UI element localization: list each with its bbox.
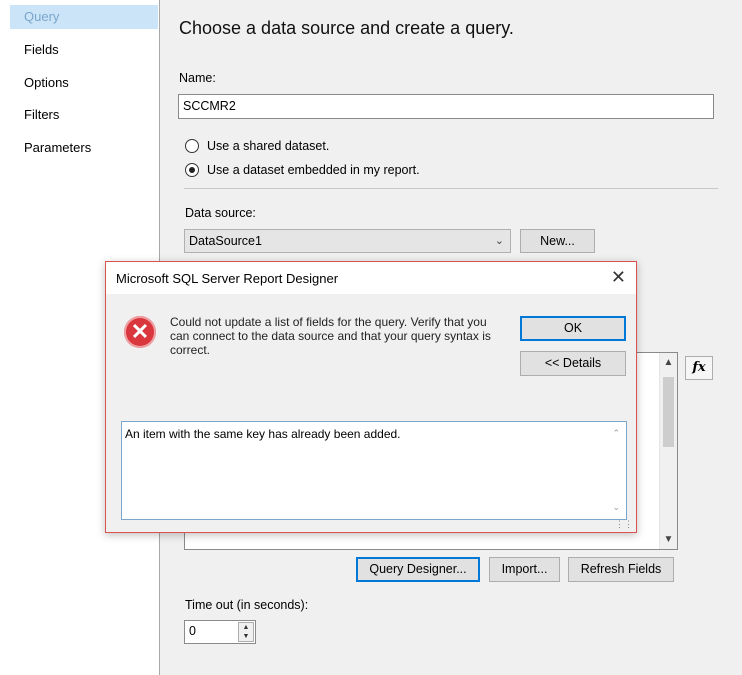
dialog-title: Microsoft SQL Server Report Designer bbox=[116, 271, 339, 286]
details-button[interactable]: << Details bbox=[520, 351, 626, 376]
import-button[interactable]: Import... bbox=[489, 557, 560, 582]
sidebar-item-options[interactable]: Options bbox=[10, 71, 158, 95]
fx-icon[interactable]: fx bbox=[685, 356, 713, 380]
stepper-up-icon[interactable]: ▲ bbox=[239, 623, 253, 632]
dialog-message: Could not update a list of fields for th… bbox=[170, 315, 491, 357]
scroll-down-icon[interactable]: ▼ bbox=[660, 534, 677, 545]
data-source-dropdown[interactable]: DataSource1 ⌄ bbox=[184, 229, 511, 253]
ok-button[interactable]: OK bbox=[520, 316, 626, 341]
sidebar-item-query[interactable]: Query bbox=[10, 5, 158, 29]
refresh-fields-button[interactable]: Refresh Fields bbox=[568, 557, 674, 582]
timeout-label: Time out (in seconds): bbox=[185, 598, 309, 612]
shared-dataset-radio[interactable] bbox=[185, 139, 199, 153]
close-icon[interactable]: ✕ bbox=[611, 267, 626, 288]
embedded-dataset-radio[interactable] bbox=[185, 163, 199, 177]
shared-dataset-label[interactable]: Use a shared dataset. bbox=[207, 139, 329, 153]
name-label: Name: bbox=[179, 71, 216, 85]
sidebar-item-parameters[interactable]: Parameters bbox=[10, 136, 158, 160]
divider bbox=[184, 188, 718, 189]
dialog-titlebar: Microsoft SQL Server Report Designer ✕ bbox=[106, 262, 636, 294]
new-data-source-button[interactable]: New... bbox=[520, 229, 595, 253]
embedded-dataset-label[interactable]: Use a dataset embedded in my report. bbox=[207, 163, 420, 177]
error-icon: ✕ bbox=[124, 316, 156, 348]
scroll-down-icon[interactable]: ⌄ bbox=[612, 502, 620, 513]
resize-grip-icon[interactable]: ⋮⋮ bbox=[615, 519, 633, 530]
name-field[interactable]: SCCMR2 bbox=[178, 94, 714, 119]
stepper-buttons[interactable]: ▲ ▼ bbox=[238, 622, 254, 642]
scroll-thumb[interactable] bbox=[663, 377, 674, 447]
stepper-down-icon[interactable]: ▼ bbox=[239, 632, 253, 641]
query-designer-button[interactable]: Query Designer... bbox=[356, 557, 480, 582]
sidebar-item-fields[interactable]: Fields bbox=[10, 38, 158, 62]
page-title: Choose a data source and create a query. bbox=[179, 18, 514, 38]
timeout-value: 0 bbox=[189, 624, 196, 638]
timeout-stepper[interactable]: 0 ▲ ▼ bbox=[184, 620, 256, 644]
data-source-label: Data source: bbox=[185, 206, 256, 220]
scroll-up-icon[interactable]: ⌃ bbox=[612, 428, 620, 439]
query-scrollbar[interactable]: ▲ ▼ bbox=[659, 353, 677, 549]
error-dialog: Microsoft SQL Server Report Designer ✕ ✕… bbox=[105, 261, 637, 533]
sidebar-item-filters[interactable]: Filters bbox=[10, 103, 158, 127]
chevron-down-icon: ⌄ bbox=[494, 235, 504, 247]
details-text-area[interactable]: An item with the same key has already be… bbox=[121, 421, 627, 520]
details-text: An item with the same key has already be… bbox=[125, 427, 401, 441]
data-source-value: DataSource1 bbox=[189, 234, 262, 248]
scroll-up-icon[interactable]: ▲ bbox=[660, 357, 677, 368]
